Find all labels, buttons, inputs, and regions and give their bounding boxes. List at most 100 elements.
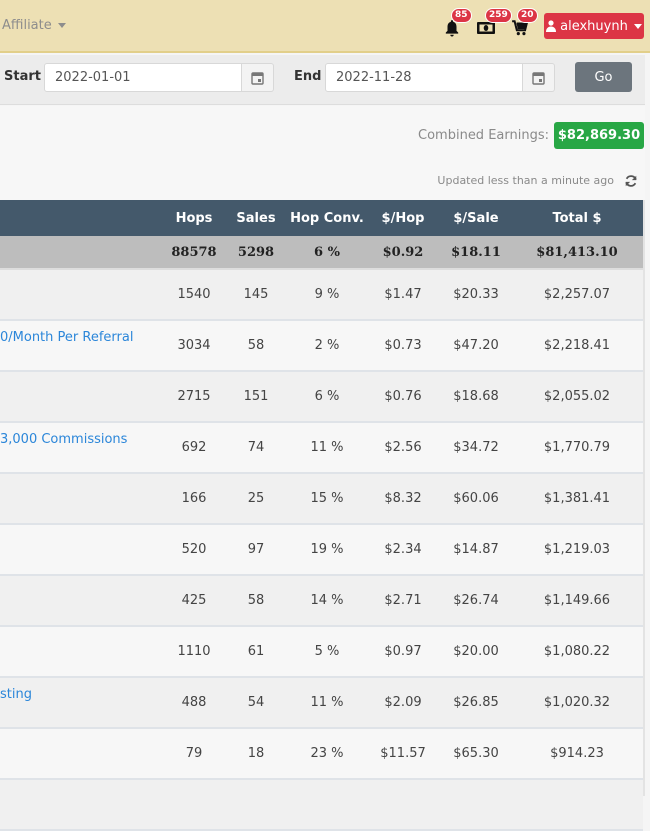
cell-sales: 97 bbox=[247, 542, 265, 557]
column-header-hop-conv[interactable]: Hop Conv. bbox=[289, 200, 365, 236]
cell-hops: 692 bbox=[181, 440, 207, 455]
product-name-cell bbox=[0, 269, 165, 320]
column-header-name[interactable] bbox=[0, 200, 165, 236]
cart-count-badge: 20 bbox=[517, 8, 538, 23]
column-header-per-hop[interactable]: $/Hop bbox=[365, 200, 441, 236]
column-header-per-sale[interactable]: $/Sale bbox=[441, 200, 511, 236]
cell-per-hop: $2.34 bbox=[384, 542, 422, 557]
cell-sales: 18 bbox=[247, 746, 265, 761]
table-row: 520 97 19 % $2.34 $14.87 $1,219.03 bbox=[0, 524, 643, 575]
total-name bbox=[0, 236, 165, 269]
cell-per-hop bbox=[365, 779, 441, 830]
cell-total: $1,770.79 bbox=[543, 440, 611, 455]
product-name-cell bbox=[0, 575, 165, 626]
product-link[interactable]: 3,000 Commissions bbox=[0, 432, 127, 447]
table-row: 1540 145 9 % $1.47 $20.33 $2,257.07 bbox=[0, 269, 643, 320]
product-link[interactable]: 0/Month Per Referral bbox=[0, 330, 133, 345]
cell-per-sale: $20.00 bbox=[453, 644, 499, 659]
affiliate-menu[interactable]: Affiliate bbox=[2, 18, 66, 33]
product-name-cell: 3,000 Commissions bbox=[0, 422, 165, 473]
product-link[interactable]: sting bbox=[0, 687, 32, 702]
product-name-cell: 0/Month Per Referral bbox=[0, 320, 165, 371]
column-header-hops[interactable]: Hops bbox=[165, 200, 223, 236]
product-name-cell bbox=[0, 473, 165, 524]
cell-conv: 9 % bbox=[314, 287, 340, 302]
total-sales: 5298 bbox=[237, 244, 275, 260]
cell-per-hop: $1.47 bbox=[384, 287, 422, 302]
cell-sales: 54 bbox=[247, 695, 265, 710]
cart-button[interactable]: 20 bbox=[511, 8, 538, 39]
user-menu-button[interactable]: alexhuynh bbox=[544, 13, 644, 39]
column-header-total[interactable]: Total $ bbox=[511, 200, 643, 236]
cell-total: $2,218.41 bbox=[543, 338, 611, 353]
calendar-icon bbox=[251, 71, 264, 85]
column-header-sales[interactable]: Sales bbox=[223, 200, 289, 236]
payments-button[interactable]: 259 bbox=[476, 8, 512, 39]
cell-conv: 19 % bbox=[310, 542, 344, 557]
cell-total: $1,080.22 bbox=[543, 644, 611, 659]
calendar-icon bbox=[532, 71, 545, 85]
cell-per-sale bbox=[441, 779, 511, 830]
refresh-icon[interactable] bbox=[624, 174, 638, 188]
cell-hops: 166 bbox=[181, 491, 207, 506]
cell-total: $1,149.66 bbox=[543, 593, 611, 608]
cell-sales: 61 bbox=[247, 644, 265, 659]
cell-total: $1,381.41 bbox=[543, 491, 611, 506]
cell-total: $1,020.32 bbox=[543, 695, 611, 710]
product-name-cell bbox=[0, 626, 165, 677]
product-name-cell bbox=[0, 728, 165, 779]
end-calendar-button[interactable] bbox=[523, 63, 555, 92]
cell-hops: 2715 bbox=[177, 389, 211, 404]
updated-status: Updated less than a minute ago bbox=[437, 174, 614, 187]
cell-sales: 145 bbox=[243, 287, 269, 302]
cell-per-sale: $34.72 bbox=[453, 440, 499, 455]
cell-sales: 74 bbox=[247, 440, 265, 455]
cell-hops bbox=[165, 779, 223, 830]
product-name-cell bbox=[0, 779, 165, 830]
table-right-border bbox=[643, 200, 645, 796]
cell-per-hop: $0.73 bbox=[384, 338, 422, 353]
cell-per-sale: $14.87 bbox=[453, 542, 499, 557]
cell-conv bbox=[289, 779, 365, 830]
start-date-input[interactable]: 2022-01-01 bbox=[44, 63, 242, 92]
cell-conv: 11 % bbox=[310, 695, 344, 710]
chevron-down-icon bbox=[633, 23, 642, 29]
table-row bbox=[0, 779, 643, 830]
cell-conv: 15 % bbox=[310, 491, 344, 506]
date-filter-bar: Start 2022-01-01 End 2022-11-28 Go bbox=[0, 55, 645, 105]
cell-total: $1,219.03 bbox=[543, 542, 611, 557]
start-calendar-button[interactable] bbox=[242, 63, 274, 92]
cell-sales: 151 bbox=[243, 389, 269, 404]
product-name-cell bbox=[0, 371, 165, 422]
chevron-down-icon bbox=[57, 23, 66, 28]
table-row: 79 18 23 % $11.57 $65.30 $914.23 bbox=[0, 728, 643, 779]
table-header-row: Hops Sales Hop Conv. $/Hop $/Sale Total … bbox=[0, 200, 643, 236]
cell-total: $2,257.07 bbox=[543, 287, 611, 302]
cell-conv: 5 % bbox=[314, 644, 340, 659]
cell-per-sale: $20.33 bbox=[453, 287, 499, 302]
table-row: 0/Month Per Referral 3034 58 2 % $0.73 $47.20… bbox=[0, 320, 643, 371]
cell-per-sale: $47.20 bbox=[453, 338, 499, 353]
cell-sales bbox=[223, 779, 289, 830]
product-name-cell bbox=[0, 524, 165, 575]
table-row: 166 25 15 % $8.32 $60.06 $1,381.41 bbox=[0, 473, 643, 524]
table-row: sting 488 54 11 % $2.09 $26.85 $1,020.32 bbox=[0, 677, 643, 728]
go-button[interactable]: Go bbox=[575, 62, 632, 92]
total-per-sale: $18.11 bbox=[451, 244, 501, 260]
end-date-input[interactable]: 2022-11-28 bbox=[325, 63, 523, 92]
user-icon bbox=[546, 20, 557, 32]
cell-per-sale: $60.06 bbox=[453, 491, 499, 506]
cell-per-hop: $11.57 bbox=[380, 746, 426, 761]
cell-hops: 1110 bbox=[177, 644, 211, 659]
notifications-count-badge: 85 bbox=[451, 8, 472, 23]
cell-per-hop: $0.76 bbox=[384, 389, 422, 404]
cell-hops: 1540 bbox=[177, 287, 211, 302]
total-amount: $81,413.10 bbox=[536, 244, 618, 260]
notifications-button[interactable]: 85 bbox=[441, 8, 472, 39]
totals-row: 88578 5298 6 % $0.92 $18.11 $81,413.10 bbox=[0, 236, 643, 269]
cell-conv: 14 % bbox=[310, 593, 344, 608]
cell-hops: 425 bbox=[181, 593, 207, 608]
total-hops: 88578 bbox=[171, 244, 217, 260]
combined-earnings-label: Combined Earnings: bbox=[418, 128, 549, 143]
cell-per-hop: $2.71 bbox=[384, 593, 422, 608]
